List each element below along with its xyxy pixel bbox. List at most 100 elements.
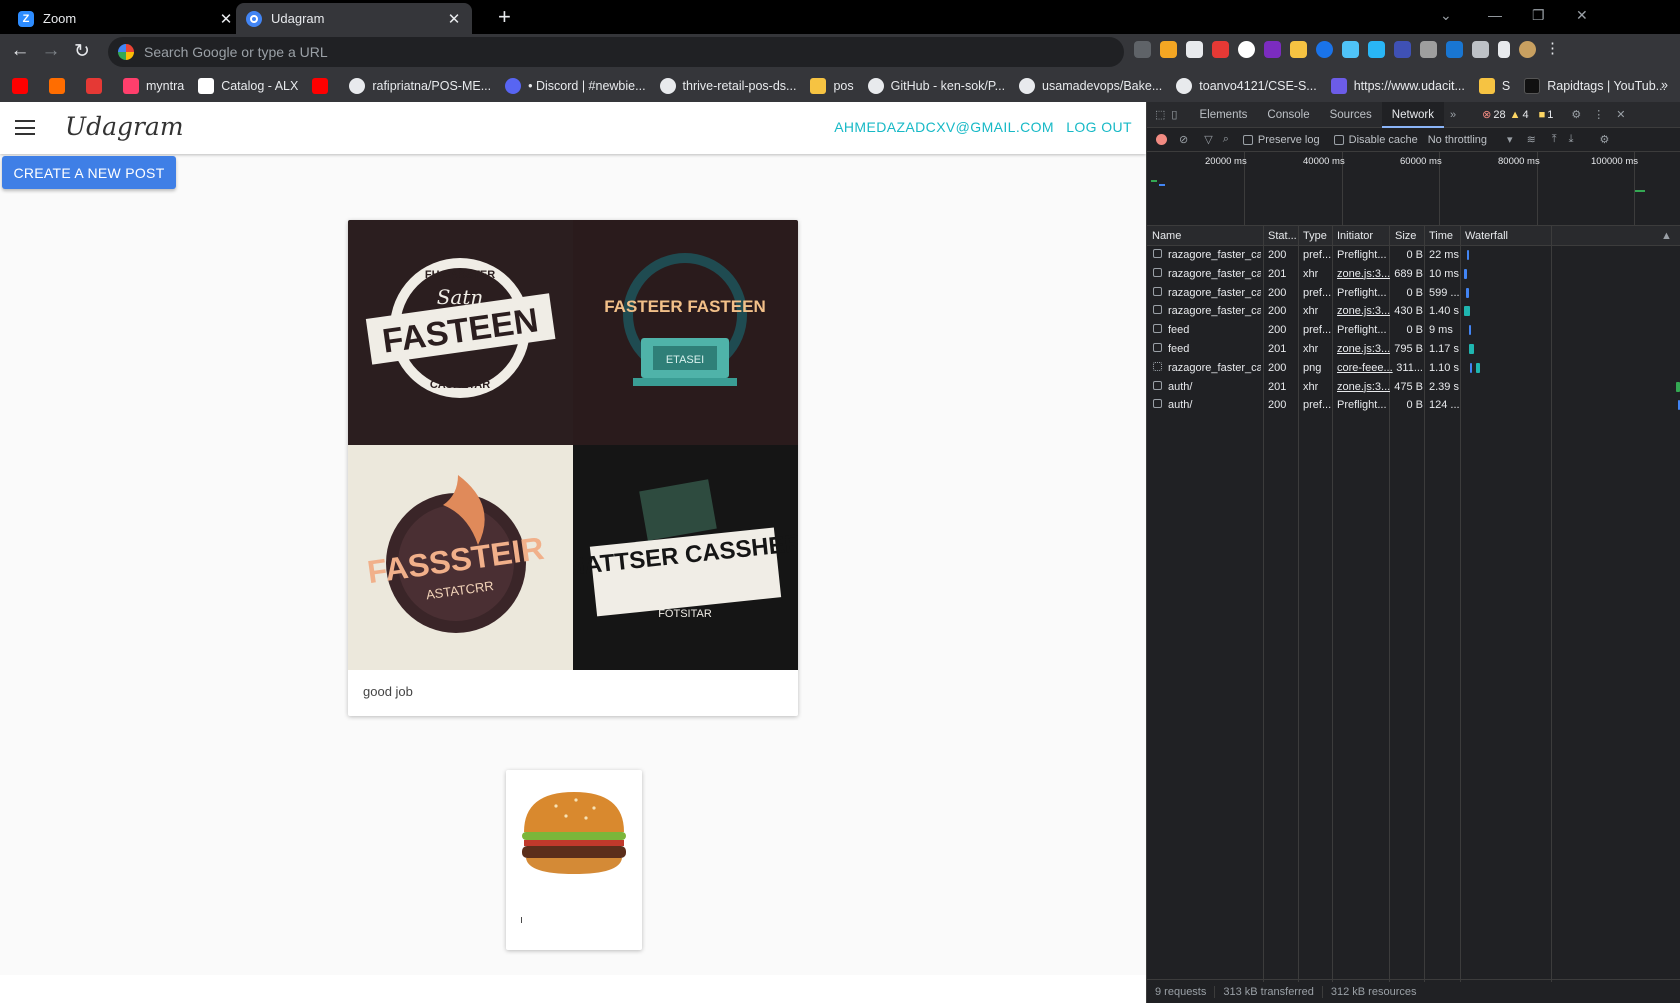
create-post-button[interactable]: CREATE A NEW POST: [2, 156, 176, 189]
request-initiator[interactable]: zone.js:3...: [1337, 268, 1390, 280]
disable-cache-checkbox[interactable]: Disable cache: [1333, 134, 1418, 146]
close-tab-icon[interactable]: ✕: [218, 10, 234, 28]
drop-extension-icon[interactable]: [1342, 41, 1359, 58]
app-brand[interactable]: Udagram: [65, 112, 184, 141]
bookmark-youtube-2[interactable]: [312, 78, 335, 94]
table-row[interactable]: auth/ 201 xhr zone.js:3... 475 B 2.39 s: [1147, 378, 1680, 397]
tab-elements[interactable]: Elements: [1189, 102, 1257, 128]
request-initiator[interactable]: zone.js:3...: [1337, 343, 1390, 355]
bookmark-alx[interactable]: Catalog - ALX: [198, 78, 298, 94]
table-row[interactable]: feed 201 xhr zone.js:3... 795 B 1.17 s: [1147, 340, 1680, 359]
error-count[interactable]: 28: [1493, 109, 1505, 121]
bookmark-orange[interactable]: [49, 78, 72, 94]
import-icon[interactable]: ⤒: [1552, 133, 1557, 146]
logout-button[interactable]: LOG OUT: [1066, 119, 1132, 135]
bookmark-s[interactable]: S: [1478, 78, 1510, 94]
tab-zoom[interactable]: Z Zoom ✕: [8, 3, 244, 34]
bookmark-youtube[interactable]: [12, 78, 35, 94]
bookmark-github-5[interactable]: toanvo4121/CSE-S...: [1176, 78, 1317, 94]
settings-gear-icon[interactable]: ⚙: [1571, 108, 1581, 121]
puzzle-icon[interactable]: [1472, 41, 1489, 58]
inspect-element-icon[interactable]: ⬚: [1155, 108, 1165, 121]
bookmark-github-4[interactable]: usamadevops/Bake...: [1019, 78, 1162, 94]
table-row[interactable]: razagore_faster_ca... 201 xhr zone.js:3.…: [1147, 265, 1680, 284]
tab-udagram[interactable]: Udagram ✕: [236, 3, 472, 34]
column-name[interactable]: Name: [1152, 230, 1181, 242]
table-row[interactable]: feed 200 pref... Preflight... 0 B 9 ms: [1147, 321, 1680, 340]
request-initiator[interactable]: zone.js:3...: [1337, 381, 1390, 393]
wave-extension-icon[interactable]: [1394, 41, 1411, 58]
tab-console[interactable]: Console: [1257, 102, 1319, 128]
table-row[interactable]: auth/ 200 pref... Preflight... 0 B 124 .…: [1147, 396, 1680, 415]
new-tab-button[interactable]: +: [498, 6, 511, 28]
network-settings-icon[interactable]: ⚙: [1600, 133, 1610, 146]
profile-avatar[interactable]: [1519, 41, 1536, 58]
devtools-menu-icon[interactable]: ⋮: [1593, 108, 1604, 121]
bookmark-pos[interactable]: pos: [810, 78, 854, 94]
metamask-extension-icon[interactable]: [1160, 41, 1177, 58]
column-waterfall[interactable]: Waterfall: [1465, 230, 1508, 242]
close-window-icon[interactable]: ✕: [1576, 0, 1588, 30]
folder-extension-icon[interactable]: [1290, 41, 1307, 58]
shield-extension-icon[interactable]: [1134, 41, 1151, 58]
bookmark-github-2[interactable]: thrive-retail-pos-ds...: [659, 78, 796, 94]
minimize-icon[interactable]: —: [1488, 0, 1502, 30]
column-type[interactable]: Type: [1303, 230, 1327, 242]
reload-icon[interactable]: ↻: [70, 40, 94, 63]
sort-arrow-icon[interactable]: ▲: [1661, 230, 1672, 242]
request-initiator[interactable]: zone.js:3...: [1337, 305, 1390, 317]
menu-dots-icon[interactable]: ⋮: [1545, 41, 1562, 58]
export-icon[interactable]: ⤓: [1569, 133, 1574, 146]
warning-count[interactable]: 4: [1522, 109, 1528, 121]
close-devtools-icon[interactable]: ✕: [1616, 108, 1625, 121]
bookmark-github-3[interactable]: GitHub - ken-sok/P...: [867, 78, 1005, 94]
bookmark-red[interactable]: [86, 78, 109, 94]
column-size[interactable]: Size: [1395, 230, 1416, 242]
youtube-extension-icon[interactable]: [1212, 41, 1229, 58]
camera-extension-icon[interactable]: [1420, 41, 1437, 58]
clear-icon[interactable]: ⊘: [1179, 133, 1188, 146]
filter-icon[interactable]: ▽: [1204, 133, 1212, 146]
screen-extension-icon[interactable]: [1368, 41, 1385, 58]
pokeball-extension-icon[interactable]: [1238, 41, 1255, 58]
record-icon[interactable]: [1156, 134, 1167, 145]
forward-icon[interactable]: →: [39, 40, 63, 62]
more-bookmarks-icon[interactable]: »: [1661, 78, 1668, 92]
search-icon[interactable]: ⌕: [1223, 133, 1229, 146]
hamburger-menu-icon[interactable]: [15, 120, 35, 135]
network-overview[interactable]: 20000 ms 40000 ms 60000 ms 80000 ms 1000…: [1147, 152, 1680, 226]
user-email-link[interactable]: AHMEDAZADCXV@GMAIL.COM: [834, 119, 1054, 135]
more-tabs-icon[interactable]: »: [1450, 109, 1456, 121]
b-extension-icon[interactable]: [1316, 41, 1333, 58]
bookmark-udacity[interactable]: https://www.udacit...: [1330, 78, 1465, 94]
chevron-down-icon[interactable]: ▾: [1507, 133, 1513, 146]
request-initiator[interactable]: core-feee...: [1337, 362, 1393, 374]
bookmark-github-1[interactable]: rafipriatna/POS-ME...: [349, 78, 491, 94]
preserve-log-checkbox[interactable]: Preserve log: [1242, 134, 1320, 146]
badge-extension-icon[interactable]: [1264, 41, 1281, 58]
tab-search-icon[interactable]: ⌄: [1440, 0, 1452, 30]
device-toolbar-icon[interactable]: ▯: [1171, 108, 1177, 121]
issues-count[interactable]: 1: [1547, 109, 1553, 121]
warning-icon[interactable]: ▲: [1510, 109, 1521, 121]
bookmark-rapidtags[interactable]: Rapidtags | YouTub...: [1524, 78, 1666, 94]
tab-sources[interactable]: Sources: [1320, 102, 1382, 128]
table-row[interactable]: razagore_faster_ca... 200 png core-feee.…: [1147, 359, 1680, 378]
column-initiator[interactable]: Initiator: [1337, 230, 1373, 242]
table-row[interactable]: razagore_faster_ca... 200 pref... Prefli…: [1147, 246, 1680, 265]
network-conditions-icon[interactable]: ≋: [1527, 133, 1536, 146]
tab-network[interactable]: Network: [1381, 101, 1444, 128]
restore-icon[interactable]: ❐: [1532, 0, 1545, 30]
bookmark-discord[interactable]: • Discord | #newbie...: [505, 78, 646, 94]
calendar-extension-icon[interactable]: [1446, 41, 1463, 58]
back-icon[interactable]: ←: [8, 40, 32, 62]
table-row[interactable]: razagore_faster_ca... 200 pref... Prefli…: [1147, 284, 1680, 303]
column-status[interactable]: Stat...: [1268, 230, 1297, 242]
table-row[interactable]: razagore_faster_ca... 200 xhr zone.js:3.…: [1147, 302, 1680, 321]
grid-extension-icon[interactable]: [1186, 41, 1203, 58]
bookmark-myntra[interactable]: myntra: [123, 78, 184, 94]
close-tab-icon[interactable]: ✕: [446, 10, 462, 28]
column-time[interactable]: Time: [1429, 230, 1453, 242]
error-icon[interactable]: ⊗: [1482, 108, 1491, 121]
issues-icon[interactable]: ■: [1539, 109, 1546, 121]
